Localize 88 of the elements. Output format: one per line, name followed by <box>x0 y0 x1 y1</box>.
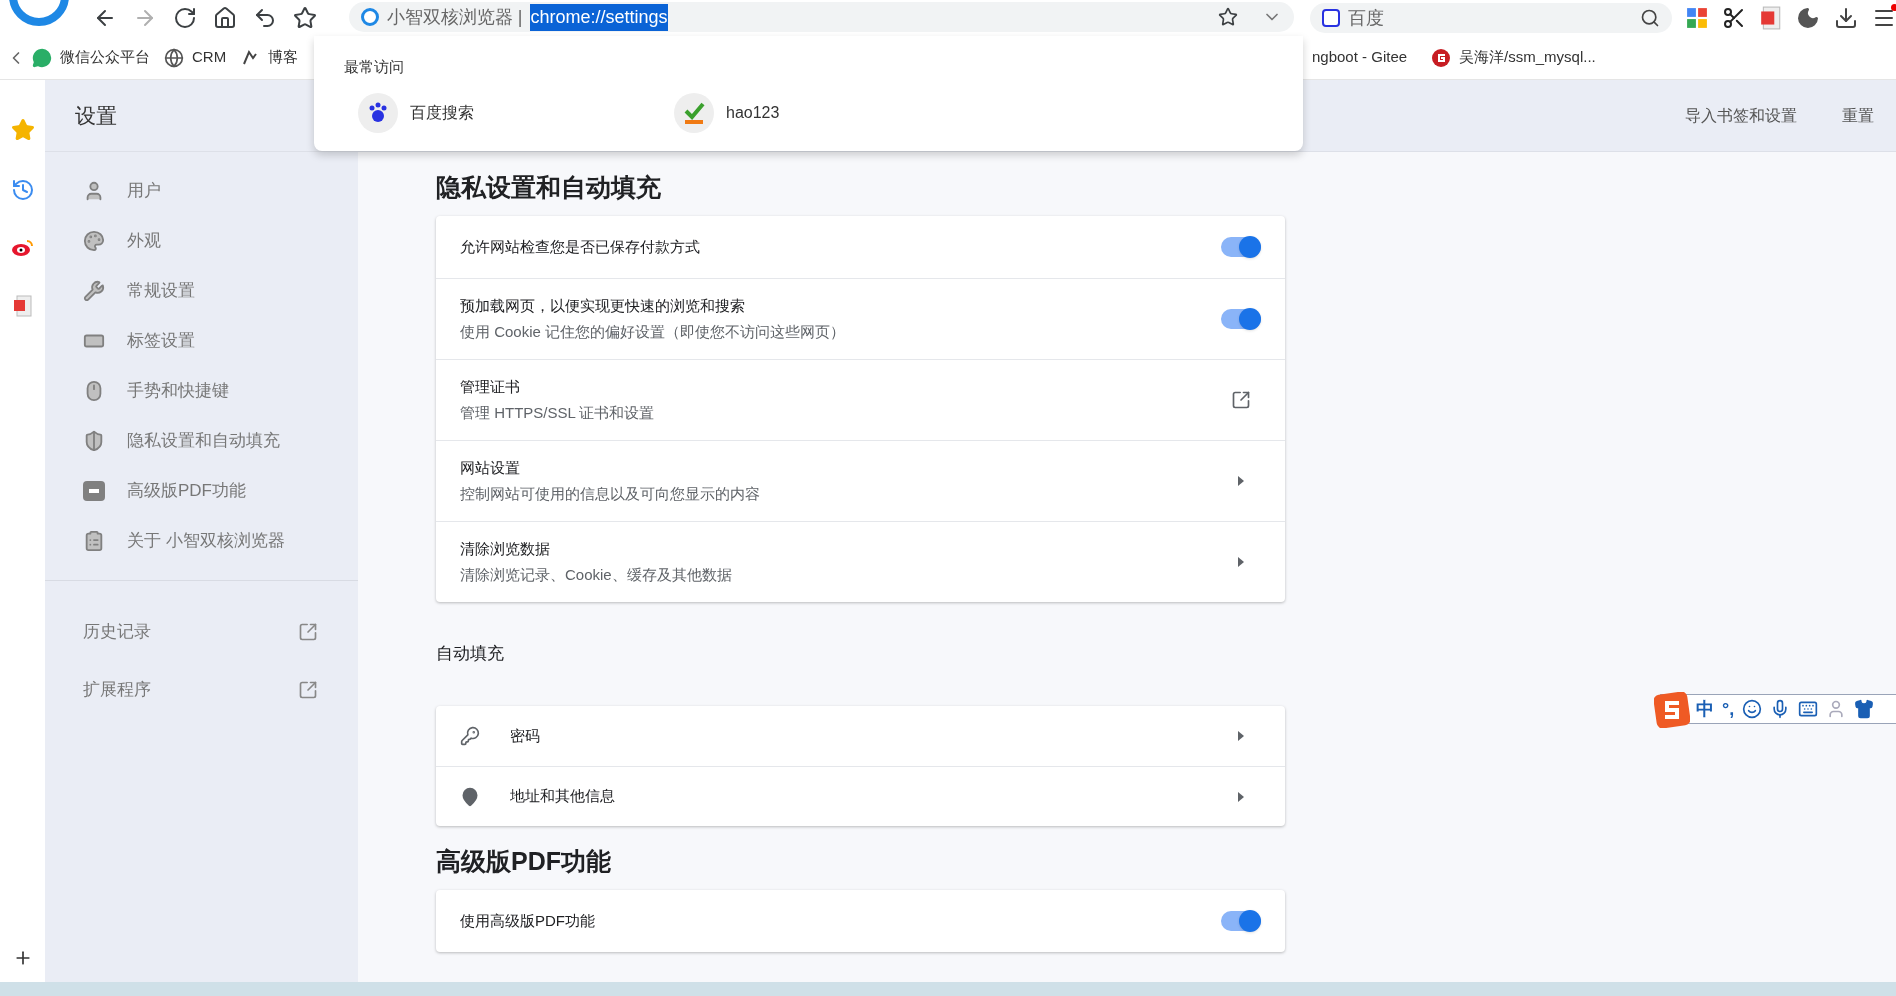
pdf-file-icon[interactable] <box>1760 6 1782 30</box>
sidebar-item[interactable]: 关于 小智双核浏览器 <box>45 516 358 566</box>
toggle-switch[interactable] <box>1221 309 1261 329</box>
star-button[interactable] <box>292 5 319 31</box>
sidebar-item[interactable]: 用户 <box>45 166 358 216</box>
clipboard-icon <box>83 530 105 552</box>
bookmark-item[interactable]: CRM <box>164 46 227 69</box>
row-subtitle: 清除浏览记录、Cookie、缓存及其他数据 <box>460 565 733 585</box>
suggestion-item[interactable]: 百度搜索 <box>358 93 474 133</box>
sidebar-item[interactable]: 手势和快捷键 <box>45 366 358 416</box>
settings-row[interactable]: 预加载网页，以便实现更快速的浏览和搜索 使用 Cookie 记住您的偏好设置（即使您不访问这些网页） <box>436 278 1285 359</box>
caret-right-icon[interactable] <box>1238 476 1244 486</box>
settings-row[interactable]: 网站设置 控制网站可使用的信息以及可向您显示的内容 <box>436 440 1285 521</box>
wrench-icon <box>83 280 105 302</box>
header-link[interactable]: 导入书签和设置 <box>1685 103 1797 128</box>
caret-right-icon[interactable] <box>1238 791 1244 802</box>
shirt-icon[interactable] <box>1854 699 1875 719</box>
download-icon[interactable] <box>1834 6 1858 30</box>
search-input[interactable]: 百度 <box>1347 4 1632 32</box>
sidebar-item[interactable]: 高级版PDF功能 <box>45 466 358 516</box>
check-logo-icon <box>674 93 714 133</box>
moon-icon[interactable] <box>1796 6 1820 30</box>
globe-icon <box>164 47 184 68</box>
shield-icon <box>83 430 105 452</box>
scissors-icon[interactable] <box>1722 6 1746 30</box>
row-title: 清除浏览数据 <box>460 538 551 559</box>
sidebar-item[interactable]: 外观 <box>45 216 358 266</box>
toggle-switch[interactable] <box>1221 911 1261 931</box>
dropdown-heading: 最常访问 <box>344 58 404 75</box>
letter-g-logo-icon <box>1431 47 1452 68</box>
section-subheading: 自动填充 <box>436 643 505 666</box>
sidebar-link[interactable]: 历史记录 <box>45 603 358 661</box>
bookmark-item[interactable]: 吴海洋/ssm_mysql... <box>1431 46 1596 69</box>
s-logo-icon[interactable] <box>1654 692 1690 728</box>
sidebar-item[interactable]: 标签设置 <box>45 316 358 366</box>
pdf-file-icon[interactable] <box>12 294 33 318</box>
settings-row[interactable]: 清除浏览数据 清除浏览记录、Cookie、缓存及其他数据 <box>436 521 1285 602</box>
external-link-icon <box>298 680 318 700</box>
section-heading: 高级版PDF功能 <box>436 845 612 877</box>
chat-bubble-icon <box>32 47 52 68</box>
header-link[interactable]: 重置 <box>1842 103 1874 128</box>
ime-punctuation[interactable]: °, <box>1722 695 1735 723</box>
caret-right-icon[interactable] <box>1238 731 1244 741</box>
row-title: 管理证书 <box>460 376 521 397</box>
star-icon[interactable] <box>10 118 35 142</box>
eye-logo-icon[interactable] <box>10 238 35 258</box>
row-subtitle: 管理 HTTPS/SSL 证书和设置 <box>460 403 656 423</box>
search-icon[interactable] <box>1640 8 1660 28</box>
row-subtitle: 控制网站可使用的信息以及可向您显示的内容 <box>460 484 761 504</box>
row-title: 使用高级版PDF功能 <box>460 910 596 931</box>
site-label: 小智双核浏览器 | <box>386 5 523 29</box>
url-text: chrome://settings <box>530 3 668 31</box>
location-pin-icon <box>460 786 480 807</box>
suggestion-item[interactable]: hao123 <box>674 93 780 133</box>
toggle-switch[interactable] <box>1221 237 1261 257</box>
ime-mode[interactable]: 中 <box>1696 695 1714 723</box>
smiley-icon[interactable] <box>1742 699 1763 719</box>
external-link-icon <box>298 622 318 642</box>
settings-row[interactable]: 允许网站检查您是否已保存付款方式 <box>436 216 1285 278</box>
keyboard-icon[interactable] <box>1798 699 1819 719</box>
bookmark-item[interactable]: 博客 <box>240 46 299 69</box>
caret-right-icon[interactable] <box>1238 557 1244 567</box>
external-link-icon[interactable] <box>1231 390 1251 410</box>
settings-row[interactable]: 密码 <box>436 706 1285 766</box>
palette-icon <box>83 230 105 252</box>
section-heading: 隐私设置和自动填充 <box>436 171 662 203</box>
settings-row[interactable]: 地址和其他信息 <box>436 766 1285 826</box>
page-title: 设置 <box>75 102 117 129</box>
bookmark-item[interactable]: 微信公众平台 <box>32 46 150 69</box>
star-icon[interactable] <box>1217 7 1238 27</box>
address-bar[interactable]: 小智双核浏览器 | chrome://settings <box>348 2 1294 32</box>
row-title: 密码 <box>510 725 541 746</box>
settings-row[interactable]: 使用高级版PDF功能 <box>436 890 1285 952</box>
sidebar-item[interactable]: 隐私设置和自动填充 <box>45 416 358 466</box>
row-title: 预加载网页，以便实现更快速的浏览和搜索 <box>460 295 746 316</box>
row-title: 网站设置 <box>460 457 521 478</box>
search-box[interactable]: 百度 <box>1309 3 1672 33</box>
bookmark-item[interactable]: ngboot - Gitee <box>1312 46 1408 69</box>
row-subtitle: 使用 Cookie 记住您的偏好设置（即使您不访问这些网页） <box>460 322 847 342</box>
settings-row[interactable]: 管理证书 管理 HTTPS/SSL 证书和设置 <box>436 359 1285 440</box>
sidebar-item[interactable]: 常规设置 <box>45 266 358 316</box>
row-title: 地址和其他信息 <box>510 786 616 807</box>
sidebar-link[interactable]: 扩展程序 <box>45 661 358 719</box>
history-icon[interactable] <box>10 178 35 202</box>
app-grid-icon[interactable] <box>1686 7 1708 29</box>
row-title: 允许网站检查您是否已保存付款方式 <box>460 236 701 257</box>
key-icon <box>460 726 480 746</box>
browser-logo-icon <box>360 8 379 26</box>
